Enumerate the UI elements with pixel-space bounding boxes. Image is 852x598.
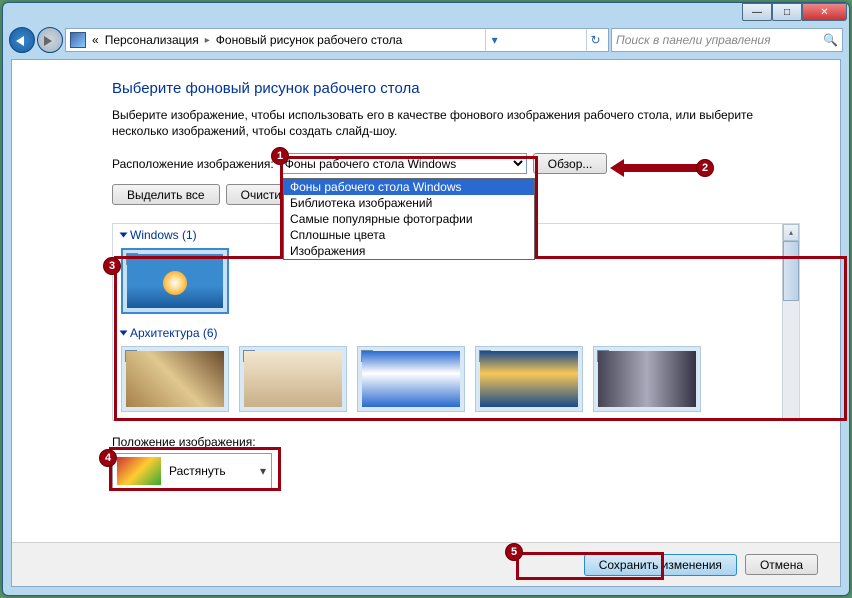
search-icon[interactable]: 🔍 <box>823 33 838 47</box>
cancel-button[interactable]: Отмена <box>745 554 818 575</box>
location-icon <box>70 32 86 48</box>
maximize-button[interactable]: □ <box>772 3 802 21</box>
breadcrumb[interactable]: Фоновый рисунок рабочего стола <box>216 33 403 47</box>
group-label: Архитектура (6) <box>130 326 218 340</box>
wallpaper-thumb[interactable]: ✓ <box>239 346 347 412</box>
position-preview-icon <box>117 457 161 485</box>
wallpaper-thumb[interactable]: ✓ <box>121 346 229 412</box>
group-header-architecture[interactable]: Архитектура (6) <box>113 322 799 344</box>
dropdown-option[interactable]: Фоны рабочего стола Windows <box>284 179 534 195</box>
wallpaper-thumb[interactable]: ✓ <box>475 346 583 412</box>
dropdown-option[interactable]: Библиотека изображений <box>284 195 534 211</box>
search-input[interactable]: Поиск в панели управления 🔍 <box>611 28 843 52</box>
footer-bar: Сохранить изменения Отмена <box>12 542 840 586</box>
window-frame: — □ ✕ « Персонализация ▸ Фоновый рисунок… <box>2 2 850 596</box>
save-button[interactable]: Сохранить изменения <box>584 554 737 576</box>
thumb-image <box>598 351 696 407</box>
annotation-callout: 2 <box>696 159 714 177</box>
image-location-combo[interactable]: Фоны рабочего стола Windows <box>280 153 527 174</box>
address-bar: « Персонализация ▸ Фоновый рисунок рабоч… <box>9 25 843 55</box>
group-label: Windows (1) <box>130 228 197 242</box>
scroll-thumb[interactable] <box>783 241 799 301</box>
address-field[interactable]: « Персонализация ▸ Фоновый рисунок рабоч… <box>65 28 609 52</box>
annotation-arrow-icon <box>620 164 700 172</box>
wallpaper-thumb[interactable]: ✓ <box>121 248 229 314</box>
thumb-image <box>362 351 460 407</box>
back-arrow-icon <box>16 36 24 46</box>
breadcrumb-separator-icon: ▸ <box>205 35 210 46</box>
wallpaper-thumb[interactable]: ✓ <box>357 346 465 412</box>
annotation-callout: 1 <box>271 147 289 165</box>
location-dropdown-list[interactable]: Фоны рабочего стола Windows Библиотека и… <box>283 178 535 260</box>
thumb-image <box>480 351 578 407</box>
position-combo[interactable]: Растянуть ▾ <box>112 453 272 489</box>
window-controls: — □ ✕ <box>742 3 847 21</box>
address-dropdown-icon[interactable]: ▾ <box>485 29 503 51</box>
scroll-up-button[interactable]: ▴ <box>783 224 799 241</box>
page-description: Выберите изображение, чтобы использовать… <box>112 107 800 139</box>
expand-icon <box>120 233 128 238</box>
dropdown-option[interactable]: Сплошные цвета <box>284 227 534 243</box>
search-placeholder: Поиск в панели управления <box>616 33 771 47</box>
thumb-image <box>127 254 223 308</box>
annotation-callout: 3 <box>103 257 121 275</box>
titlebar: — □ ✕ <box>3 3 849 25</box>
position-label: Положение изображения: <box>112 435 800 449</box>
forward-button[interactable] <box>37 27 63 53</box>
back-button[interactable] <box>9 27 35 53</box>
forward-arrow-icon <box>44 36 52 46</box>
expand-icon <box>120 331 128 336</box>
content-area: Выберите фоновый рисунок рабочего стола … <box>12 60 840 542</box>
address-prefix: « <box>92 33 99 47</box>
chevron-down-icon: ▾ <box>255 464 271 478</box>
dropdown-option[interactable]: Изображения <box>284 243 534 259</box>
close-button[interactable]: ✕ <box>802 3 847 21</box>
refresh-button[interactable]: ↻ <box>586 29 604 51</box>
location-label: Расположение изображения: <box>112 157 274 171</box>
thumb-image <box>244 351 342 407</box>
annotation-callout: 4 <box>99 449 117 467</box>
thumb-image <box>126 351 224 407</box>
select-all-button[interactable]: Выделить все <box>112 184 220 205</box>
annotation-callout: 5 <box>505 543 523 561</box>
content-frame: Выберите фоновый рисунок рабочего стола … <box>11 59 841 587</box>
page-title: Выберите фоновый рисунок рабочего стола <box>112 80 800 97</box>
breadcrumb[interactable]: Персонализация <box>105 33 199 47</box>
minimize-button[interactable]: — <box>742 3 772 21</box>
position-value: Растянуть <box>169 464 255 478</box>
dropdown-option[interactable]: Самые популярные фотографии <box>284 211 534 227</box>
gallery-scrollbar[interactable]: ▴ <box>782 224 799 420</box>
wallpaper-thumb[interactable]: ✓ <box>593 346 701 412</box>
browse-button[interactable]: Обзор... <box>533 153 608 174</box>
